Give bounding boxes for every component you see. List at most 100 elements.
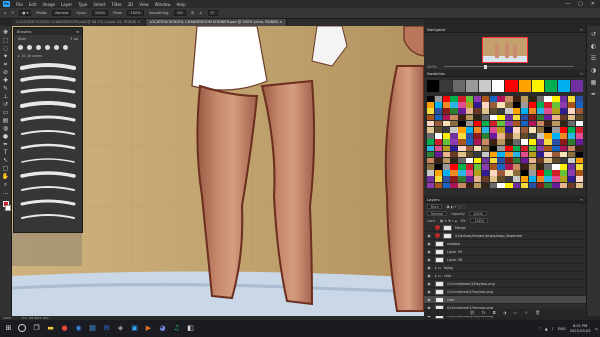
swatch[interactable]	[450, 151, 458, 158]
swatch[interactable]	[552, 96, 560, 102]
swatch[interactable]	[473, 114, 482, 121]
layer-row[interactable]: ◉ ▸ ▭ fx/bg	[424, 264, 586, 272]
swatch[interactable]	[442, 151, 450, 158]
swatch[interactable]	[458, 145, 466, 152]
recent-swatch[interactable]	[427, 80, 440, 92]
swatch[interactable]	[458, 114, 466, 121]
swatch[interactable]	[513, 157, 521, 164]
swatch[interactable]	[481, 139, 490, 145]
swatch[interactable]	[497, 145, 505, 152]
photoshop-taskbar-icon[interactable]: ▣	[130, 324, 139, 333]
swatch[interactable]	[505, 126, 513, 133]
eye-icon[interactable]: ◉	[426, 233, 432, 239]
swatch[interactable]	[528, 120, 537, 127]
new-group-icon[interactable]: ▭	[513, 310, 517, 315]
fill-field[interactable]: 100%	[470, 218, 489, 223]
swatch[interactable]	[536, 96, 544, 102]
hand-icon[interactable]: ✋	[2, 173, 10, 180]
swatch[interactable]	[434, 133, 443, 139]
swatch[interactable]	[552, 151, 560, 158]
swatch[interactable]	[497, 157, 505, 164]
layer-row[interactable]: ◉ ▸ ▭ char	[424, 272, 586, 280]
swatch[interactable]	[575, 114, 583, 121]
swatch[interactable]	[536, 133, 544, 139]
swatch[interactable]	[481, 126, 490, 133]
swatch[interactable]	[473, 182, 482, 189]
swatch[interactable]	[466, 139, 474, 145]
swatch[interactable]	[536, 108, 544, 114]
swatch[interactable]	[489, 96, 497, 102]
panel-menu-icon[interactable]: ≡	[580, 71, 583, 76]
network-icon[interactable]: ▲	[545, 327, 548, 331]
type-icon[interactable]: T	[2, 149, 10, 156]
swatch[interactable]	[427, 151, 435, 158]
swatch[interactable]	[513, 96, 521, 102]
delete-layer-icon[interactable]: 🗑︎	[535, 310, 540, 315]
swatch[interactable]	[567, 139, 576, 145]
swatch[interactable]	[528, 157, 537, 164]
zoom-slider-handle[interactable]	[484, 64, 487, 69]
swatch[interactable]	[434, 145, 443, 152]
lock-icons[interactable]: ▦ ✎ ✥ ⌗ 🔒︎	[440, 219, 457, 223]
swatch[interactable]	[489, 157, 497, 164]
swatch[interactable]	[505, 114, 513, 121]
swatch[interactable]	[427, 164, 435, 170]
swatch[interactable]	[481, 120, 490, 127]
swatch[interactable]	[489, 120, 497, 127]
swatch[interactable]	[544, 102, 552, 108]
swatch[interactable]	[442, 126, 450, 133]
discord-icon[interactable]: ◕	[158, 324, 167, 333]
swatch[interactable]	[434, 108, 443, 114]
swatch[interactable]	[536, 139, 544, 145]
layer-row[interactable]: ◉ Layer 38	[424, 256, 586, 264]
swatch[interactable]	[505, 145, 513, 152]
swatch[interactable]	[442, 176, 450, 183]
swatch[interactable]	[505, 151, 513, 158]
swatch[interactable]	[473, 133, 482, 139]
swatch[interactable]	[536, 126, 544, 133]
swatch[interactable]	[466, 126, 474, 133]
music-icon[interactable]: ♫	[172, 324, 181, 333]
swatch[interactable]	[481, 114, 490, 121]
swatch[interactable]	[560, 133, 568, 139]
swatch[interactable]	[552, 139, 560, 145]
swatch[interactable]	[497, 114, 505, 121]
swatch[interactable]	[442, 164, 450, 170]
swatch[interactable]	[434, 102, 443, 108]
swatch[interactable]	[528, 108, 537, 114]
swatch[interactable]	[450, 114, 458, 121]
navigator-thumbnail[interactable]	[482, 37, 528, 63]
healing-brush-icon[interactable]: ✚	[2, 77, 10, 84]
recent-swatch[interactable]	[466, 80, 479, 92]
swatch[interactable]	[513, 120, 521, 127]
swatch[interactable]	[520, 114, 529, 121]
swatch[interactable]	[481, 108, 490, 114]
swatch[interactable]	[520, 151, 529, 158]
stamp-icon[interactable]: ⊥	[2, 93, 10, 100]
hidden-eye-icon[interactable]	[426, 225, 432, 231]
swatch[interactable]	[427, 139, 435, 145]
swatch[interactable]	[481, 170, 490, 176]
swatch[interactable]	[520, 170, 529, 176]
volume-icon[interactable]: ♪	[552, 327, 554, 331]
panel-menu-icon[interactable]: ≡	[580, 197, 583, 202]
layer-row[interactable]: ◉ char	[424, 296, 586, 304]
swatch[interactable]	[450, 170, 458, 176]
swatch[interactable]	[497, 170, 505, 176]
swatch[interactable]	[466, 133, 474, 139]
swatch[interactable]	[442, 170, 450, 176]
history-icon[interactable]: ↺	[590, 31, 597, 38]
swatch[interactable]	[450, 126, 458, 133]
swatch[interactable]	[513, 114, 521, 121]
zoom-icon[interactable]: ⌕	[2, 181, 10, 188]
swatch[interactable]	[450, 120, 458, 127]
swatch[interactable]	[544, 164, 552, 170]
swatch[interactable]	[450, 182, 458, 189]
crop-tool-icon[interactable]: ⌗	[2, 61, 10, 68]
swatch[interactable]	[489, 151, 497, 158]
swatch[interactable]	[513, 133, 521, 139]
eye-icon[interactable]: ◉	[426, 281, 432, 287]
swatch[interactable]	[434, 170, 443, 176]
swatch[interactable]	[473, 145, 482, 152]
media-icon[interactable]: ▶	[144, 324, 153, 333]
